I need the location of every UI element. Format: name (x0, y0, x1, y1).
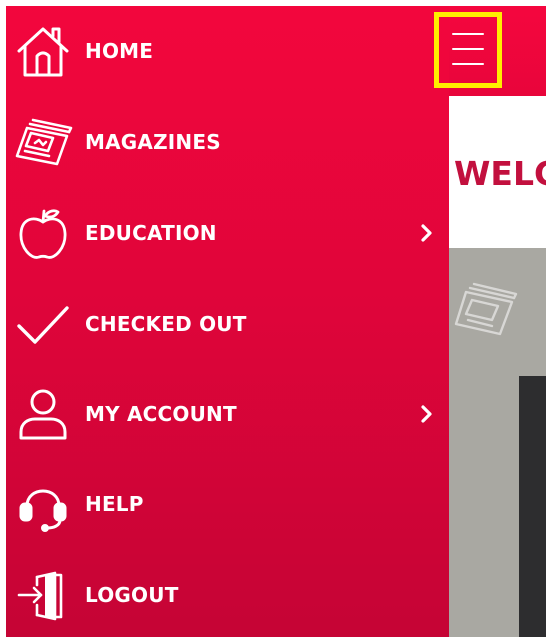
hamburger-menu-button[interactable] (434, 12, 502, 88)
user-icon (12, 383, 74, 445)
menu-item-education[interactable]: EDUCATION (6, 188, 449, 278)
headset-icon (12, 473, 74, 535)
menu-item-logout[interactable]: LOGOUT (6, 550, 449, 637)
menu-label-home: HOME (85, 39, 154, 63)
menu-item-checked-out[interactable]: CHECKED OUT (6, 279, 449, 369)
hamburger-line (452, 63, 484, 65)
menu-label-education: EDUCATION (85, 221, 217, 245)
chevron-right-icon (421, 224, 432, 242)
menu-item-magazines[interactable]: MAGAZINES (6, 97, 449, 187)
menu-label-help: HELP (85, 492, 144, 516)
side-menu: HOME MAGAZINES EDUCATION CHECKED OUT MY … (6, 6, 449, 637)
menu-item-my-account[interactable]: MY ACCOUNT (6, 369, 449, 459)
menu-label-checked-out: CHECKED OUT (85, 312, 247, 336)
hamburger-line (452, 48, 484, 50)
menu-item-help[interactable]: HELP (6, 459, 449, 549)
logout-door-icon (12, 564, 74, 626)
magazine-cover[interactable] (519, 376, 546, 637)
chevron-right-icon (421, 405, 432, 423)
magazine-placeholder-icon (454, 282, 518, 336)
apple-icon (12, 202, 74, 264)
checkmark-icon (12, 293, 74, 355)
hamburger-line (452, 33, 484, 35)
welcome-heading: WELC (454, 154, 546, 193)
menu-item-home[interactable]: HOME (6, 6, 449, 96)
menu-label-magazines: MAGAZINES (85, 130, 221, 154)
menu-label-logout: LOGOUT (85, 583, 179, 607)
menu-label-my-account: MY ACCOUNT (85, 402, 237, 426)
app-frame: WELC HOME (0, 0, 546, 637)
home-icon (12, 20, 74, 82)
magazine-icon (12, 111, 74, 173)
